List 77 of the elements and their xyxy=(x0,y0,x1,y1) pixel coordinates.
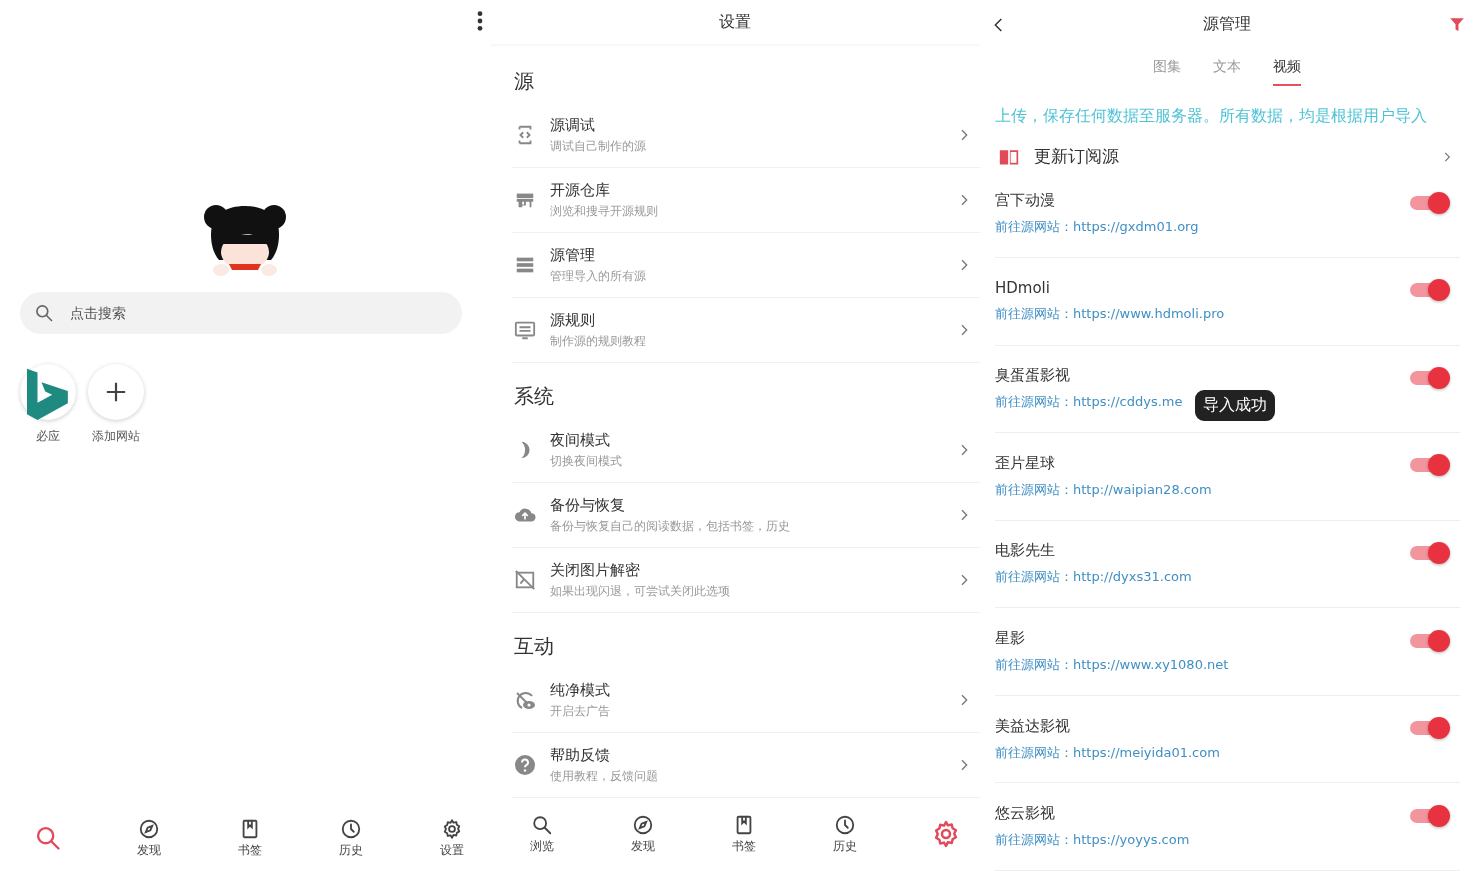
toast-message: 导入成功 xyxy=(1195,389,1275,421)
source-link[interactable]: 前往源网站：https://meiyida01.com xyxy=(995,743,1220,762)
row-title: 纯净模式 xyxy=(550,680,611,700)
row-title: 帮助反馈 xyxy=(550,745,611,765)
settings-row[interactable]: 源规则 制作源的规则教程 xyxy=(512,298,980,363)
source-link[interactable]: 前往源网站：https://www.xy1080.net xyxy=(995,656,1229,675)
row-title: 源管理 xyxy=(550,245,596,265)
nav-tab[interactable]: 发现 xyxy=(592,813,693,855)
subscribe-link[interactable]: 更新订阅源 xyxy=(1034,145,1428,169)
source-name: 电影先生 xyxy=(995,541,1055,561)
row-title: 夜间模式 xyxy=(550,430,611,450)
toggle-switch[interactable] xyxy=(1410,540,1450,566)
nav-tab[interactable]: 书签 xyxy=(199,817,300,859)
row-title: 源调试 xyxy=(550,115,596,135)
settings-row[interactable]: 帮助反馈 使用教程，反馈问题 xyxy=(512,733,980,798)
source-name: HDmoli xyxy=(995,279,1050,298)
shortcut-button[interactable] xyxy=(20,364,76,420)
source-name: 歪片星球 xyxy=(995,453,1055,473)
clock-icon xyxy=(833,813,856,836)
source-link[interactable]: 前往源网站：http://waipian28.com xyxy=(995,480,1212,499)
source-name: 星影 xyxy=(995,629,1025,649)
plus-icon xyxy=(105,381,127,403)
search-icon xyxy=(34,303,54,323)
settings-row[interactable]: 备份与恢复 备份与恢复自己的阅读数据，包括书签，历史 xyxy=(512,483,980,548)
nav-tab[interactable]: 历史 xyxy=(300,817,401,859)
row-subtitle: 浏览和搜寻开源规则 xyxy=(550,202,659,220)
screen-title: 源管理 xyxy=(1202,14,1252,36)
section-title: 系统 xyxy=(514,383,555,410)
nav-tab[interactable]: 设置 xyxy=(401,817,490,859)
nav-tab[interactable]: 浏览 xyxy=(491,813,592,855)
source-name: 悠云影视 xyxy=(995,804,1055,824)
compass-icon xyxy=(137,817,160,840)
row-subtitle: 管理导入的所有源 xyxy=(550,267,647,285)
row-subtitle: 开启去广告 xyxy=(550,702,611,720)
screen-icon xyxy=(513,319,537,341)
settings-row[interactable]: 开源仓库 浏览和搜寻开源规则 xyxy=(512,168,980,233)
source-name: 臭蛋蛋影视 xyxy=(995,366,1070,386)
row-subtitle: 调试自己制作的源 xyxy=(550,137,647,155)
more-menu-icon[interactable] xyxy=(476,10,484,32)
source-link[interactable]: 前往源网站：https://www.hdmoli.pro xyxy=(995,305,1225,324)
row-subtitle: 切换夜间模式 xyxy=(550,452,623,470)
settings-row[interactable]: 夜间模式 切换夜间模式 xyxy=(512,418,980,483)
row-subtitle: 备份与恢复自己的阅读数据，包括书签，历史 xyxy=(550,517,791,535)
help-icon xyxy=(513,753,537,777)
screen-title: 设置 xyxy=(719,11,751,33)
settings-row[interactable]: 源调试 调试自己制作的源 xyxy=(512,103,980,168)
nav-tab[interactable]: 书签 xyxy=(693,813,794,855)
source-link[interactable]: 前往源网站：http://dyxs31.com xyxy=(995,568,1192,587)
source-link[interactable]: 前往源网站：https://cddys.me xyxy=(995,393,1183,412)
nav-tab[interactable]: 发现 xyxy=(98,817,199,859)
source-name: 美益达影视 xyxy=(995,716,1070,736)
row-title: 关闭图片解密 xyxy=(550,560,641,580)
section-title: 互动 xyxy=(514,633,555,660)
image-off-icon xyxy=(514,569,536,591)
row-title: 源规则 xyxy=(550,310,596,330)
settings-row[interactable]: 源管理 管理导入的所有源 xyxy=(512,233,980,298)
row-title: 开源仓库 xyxy=(550,180,611,200)
shortcut-label: 必应 xyxy=(36,428,60,445)
search-field[interactable]: 点击搜索 xyxy=(20,292,462,334)
shortcut-button[interactable] xyxy=(88,364,144,420)
source-link[interactable]: 前往源网站：https://gxdm01.org xyxy=(995,218,1199,237)
settings-row[interactable]: 纯净模式 开启去广告 xyxy=(512,668,980,733)
source-name: 宫下动漫 xyxy=(995,191,1055,211)
compass-icon xyxy=(631,813,654,836)
row-title: 备份与恢复 xyxy=(550,495,626,515)
settings-row[interactable]: 关闭图片解密 如果出现闪退，可尝试关闭此选项 xyxy=(512,548,980,613)
row-subtitle: 使用教程，反馈问题 xyxy=(550,767,659,785)
clock-icon xyxy=(339,817,362,840)
row-subtitle: 如果出现闪退，可尝试关闭此选项 xyxy=(550,582,731,600)
notice-text: 上传，保存任何数据至服务器。所有数据，均是根据用户导入 xyxy=(994,105,1428,127)
shortcut-label: 添加网站 xyxy=(92,428,140,445)
search-icon xyxy=(530,813,553,836)
row-subtitle: 制作源的规则教程 xyxy=(550,332,647,350)
source-link[interactable]: 前往源网站：https://yoyys.com xyxy=(995,831,1190,850)
tab[interactable]: 视频 xyxy=(1273,49,1301,86)
nav-tab[interactable]: 历史 xyxy=(794,813,895,855)
section-title: 源 xyxy=(514,68,535,95)
